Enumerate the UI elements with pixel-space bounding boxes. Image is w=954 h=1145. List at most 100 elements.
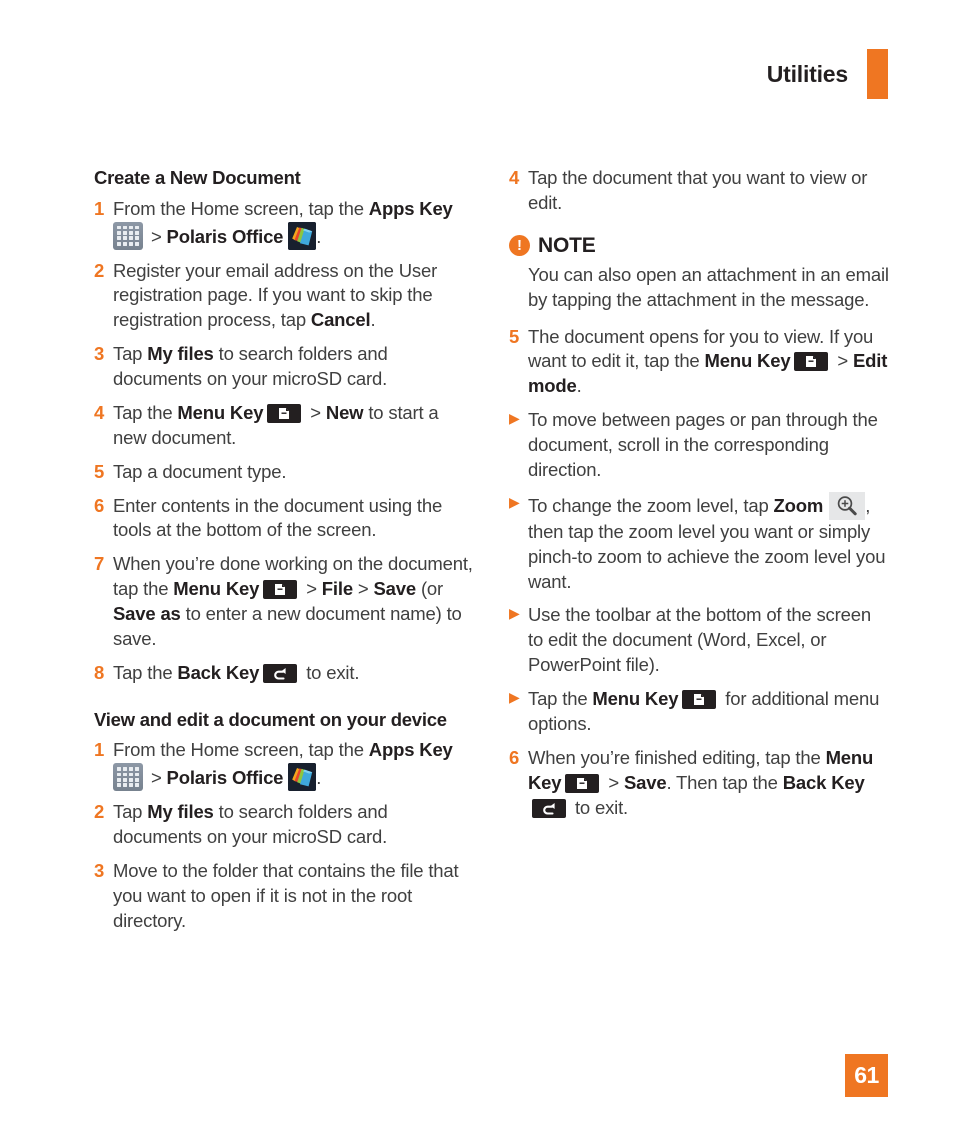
back-key-icon xyxy=(263,663,298,683)
body-text: Move to the folder that contains the fil… xyxy=(113,859,459,931)
list-item-text: Tap the document that you want to view o… xyxy=(528,166,890,216)
triangle-bullet-icon: ▶ xyxy=(509,689,520,705)
emphasis-text: Menu Key xyxy=(592,688,679,709)
ordered-list-step-5: 5 The document opens for you to view. If … xyxy=(509,325,890,400)
emphasis-text: My files xyxy=(147,801,214,823)
note-body: You can also open an attachment in an em… xyxy=(528,263,889,310)
body-text: Tap the xyxy=(113,401,178,423)
body-text: . xyxy=(316,225,322,247)
list-item-text: Register your email address on the User … xyxy=(113,259,475,334)
emphasis-text: Back Key xyxy=(782,771,865,793)
body-text: > xyxy=(352,578,374,600)
body-text: To move between pages or pan through the… xyxy=(528,409,878,480)
list-item-number: 2 xyxy=(94,801,105,823)
numbered-list-item: 2 Tap My files to search folders and docu… xyxy=(94,800,475,850)
list-item-number: 6 xyxy=(509,746,520,768)
content-columns: Create a New Document 1 From the Home scr… xyxy=(94,166,890,943)
list-item-number: 3 xyxy=(94,859,105,881)
emphasis-text: Menu xyxy=(825,746,874,768)
emphasis-text: My files xyxy=(147,343,214,365)
list-item-text: From the Home screen, tap the Apps Key >… xyxy=(113,738,475,792)
numbered-list-item: 1 From the Home screen, tap the Apps Key … xyxy=(94,197,475,250)
body-text: Register your email address on the User … xyxy=(113,259,438,331)
body-text: . xyxy=(576,375,582,397)
list-item-number: 5 xyxy=(94,460,105,482)
apps-key-grid xyxy=(117,767,139,788)
list-item-text: Tap the Menu Key > New to start a new do… xyxy=(113,401,475,451)
emphasis-text: Back Key xyxy=(177,661,260,683)
section-heading-create-new-document: Create a New Document xyxy=(94,167,301,188)
list-item-text: To move between pages or pan through the… xyxy=(528,408,890,483)
bullet-list-editing-tips: ▶ To move between pages or pan through th… xyxy=(509,408,890,737)
list-item-text: Use the toolbar at the bottom of the scr… xyxy=(528,603,890,678)
note-header: ! NOTE xyxy=(509,234,890,258)
ordered-list-view-edit-document: 1 From the Home screen, tap the Apps Key … xyxy=(94,738,475,933)
body-text: Tap a document type. xyxy=(113,460,287,482)
numbered-list-item: 3 Move to the folder that contains the fi… xyxy=(94,859,475,934)
body-text: To change the zoom level, tap xyxy=(528,494,774,516)
numbered-list-item: 8 Tap the Back Key to exit. xyxy=(94,661,475,686)
section-heading-view-edit-document: View and edit a document on your device xyxy=(94,708,447,730)
emphasis-text: Key xyxy=(528,771,562,793)
body-text: > xyxy=(305,401,326,423)
bullet-list-item: ▶ Use the toolbar at the bottom of the sc… xyxy=(509,603,890,678)
list-item-number: 6 xyxy=(94,494,105,516)
body-text: From the Home screen, tap the xyxy=(113,197,369,219)
list-item-text: Tap the Back Key to exit. xyxy=(113,661,475,686)
apps-key-icon xyxy=(113,221,143,250)
emphasis-text: Zoom xyxy=(773,494,824,516)
list-item-number: 7 xyxy=(94,553,105,575)
apps-key-grid xyxy=(117,225,139,246)
left-column: Create a New Document 1 From the Home scr… xyxy=(94,166,475,943)
list-item-number: 3 xyxy=(94,343,105,365)
back-key-icon xyxy=(532,798,566,818)
body-text: . Then tap the xyxy=(666,771,783,793)
body-text: Tap the xyxy=(528,688,593,709)
body-text: Tap xyxy=(113,801,148,823)
emphasis-text: Menu Key xyxy=(177,401,264,423)
emphasis-text: Save xyxy=(373,578,416,600)
emphasis-text: New xyxy=(325,401,364,423)
ordered-list-create-new-document: 1 From the Home screen, tap the Apps Key … xyxy=(94,197,475,686)
body-text: > xyxy=(146,767,167,789)
list-item-text: To change the zoom level, tap Zoom, then… xyxy=(528,491,890,595)
apps-key-icon xyxy=(113,763,143,792)
list-item-number: 1 xyxy=(94,197,105,219)
list-item-text: When you’re finished editing, tap the Me… xyxy=(528,746,890,821)
body-text: > xyxy=(832,350,853,372)
numbered-list-item: 6 Enter contents in the document using th… xyxy=(94,494,475,544)
body-text: > xyxy=(146,225,167,247)
body-text: . xyxy=(316,767,322,789)
triangle-bullet-icon: ▶ xyxy=(509,605,520,622)
triangle-bullet-icon: ▶ xyxy=(509,493,520,510)
emphasis-text: Save xyxy=(623,771,667,793)
numbered-list-item: 1 From the Home screen, tap the Apps Key … xyxy=(94,738,475,792)
emphasis-text: Apps Key xyxy=(368,197,453,219)
zoom-in-icon xyxy=(829,491,866,520)
body-text: > xyxy=(301,578,322,600)
polaris-office-icon xyxy=(288,221,317,250)
emphasis-text: File xyxy=(321,578,353,600)
right-column: 4 Tap the document that you want to view … xyxy=(509,166,890,943)
numbered-list-item: 3 Tap My files to search folders and docu… xyxy=(94,342,475,392)
polaris-office-icon xyxy=(288,763,317,792)
page-title: Utilities xyxy=(766,60,848,87)
triangle-bullet-icon: ▶ xyxy=(509,410,520,427)
numbered-list-item: 5 Tap a document type. xyxy=(94,460,475,485)
menu-key-icon xyxy=(682,690,717,709)
menu-key-icon xyxy=(263,580,298,600)
page-header: Utilities xyxy=(0,48,954,100)
list-item-number: 8 xyxy=(94,661,105,683)
body-text: to exit. xyxy=(570,796,629,818)
body-text: Tap the document that you want to view o… xyxy=(528,167,868,213)
body-text: Enter contents in the document using the… xyxy=(113,494,443,541)
numbered-list-item: 4 Tap the document that you want to view … xyxy=(509,166,890,216)
list-item-text: Enter contents in the document using the… xyxy=(113,494,475,544)
list-item-text: Tap My files to search folders and docum… xyxy=(113,342,475,392)
body-text: Tap the xyxy=(113,661,178,683)
list-item-number: 4 xyxy=(509,167,520,188)
list-item-text: When you’re done working on the document… xyxy=(113,552,475,652)
body-text: Use the toolbar at the bottom of the scr… xyxy=(528,604,871,676)
note-title: NOTE xyxy=(538,233,596,257)
ordered-list-view-edit-continued: 4 Tap the document that you want to view … xyxy=(509,166,890,216)
